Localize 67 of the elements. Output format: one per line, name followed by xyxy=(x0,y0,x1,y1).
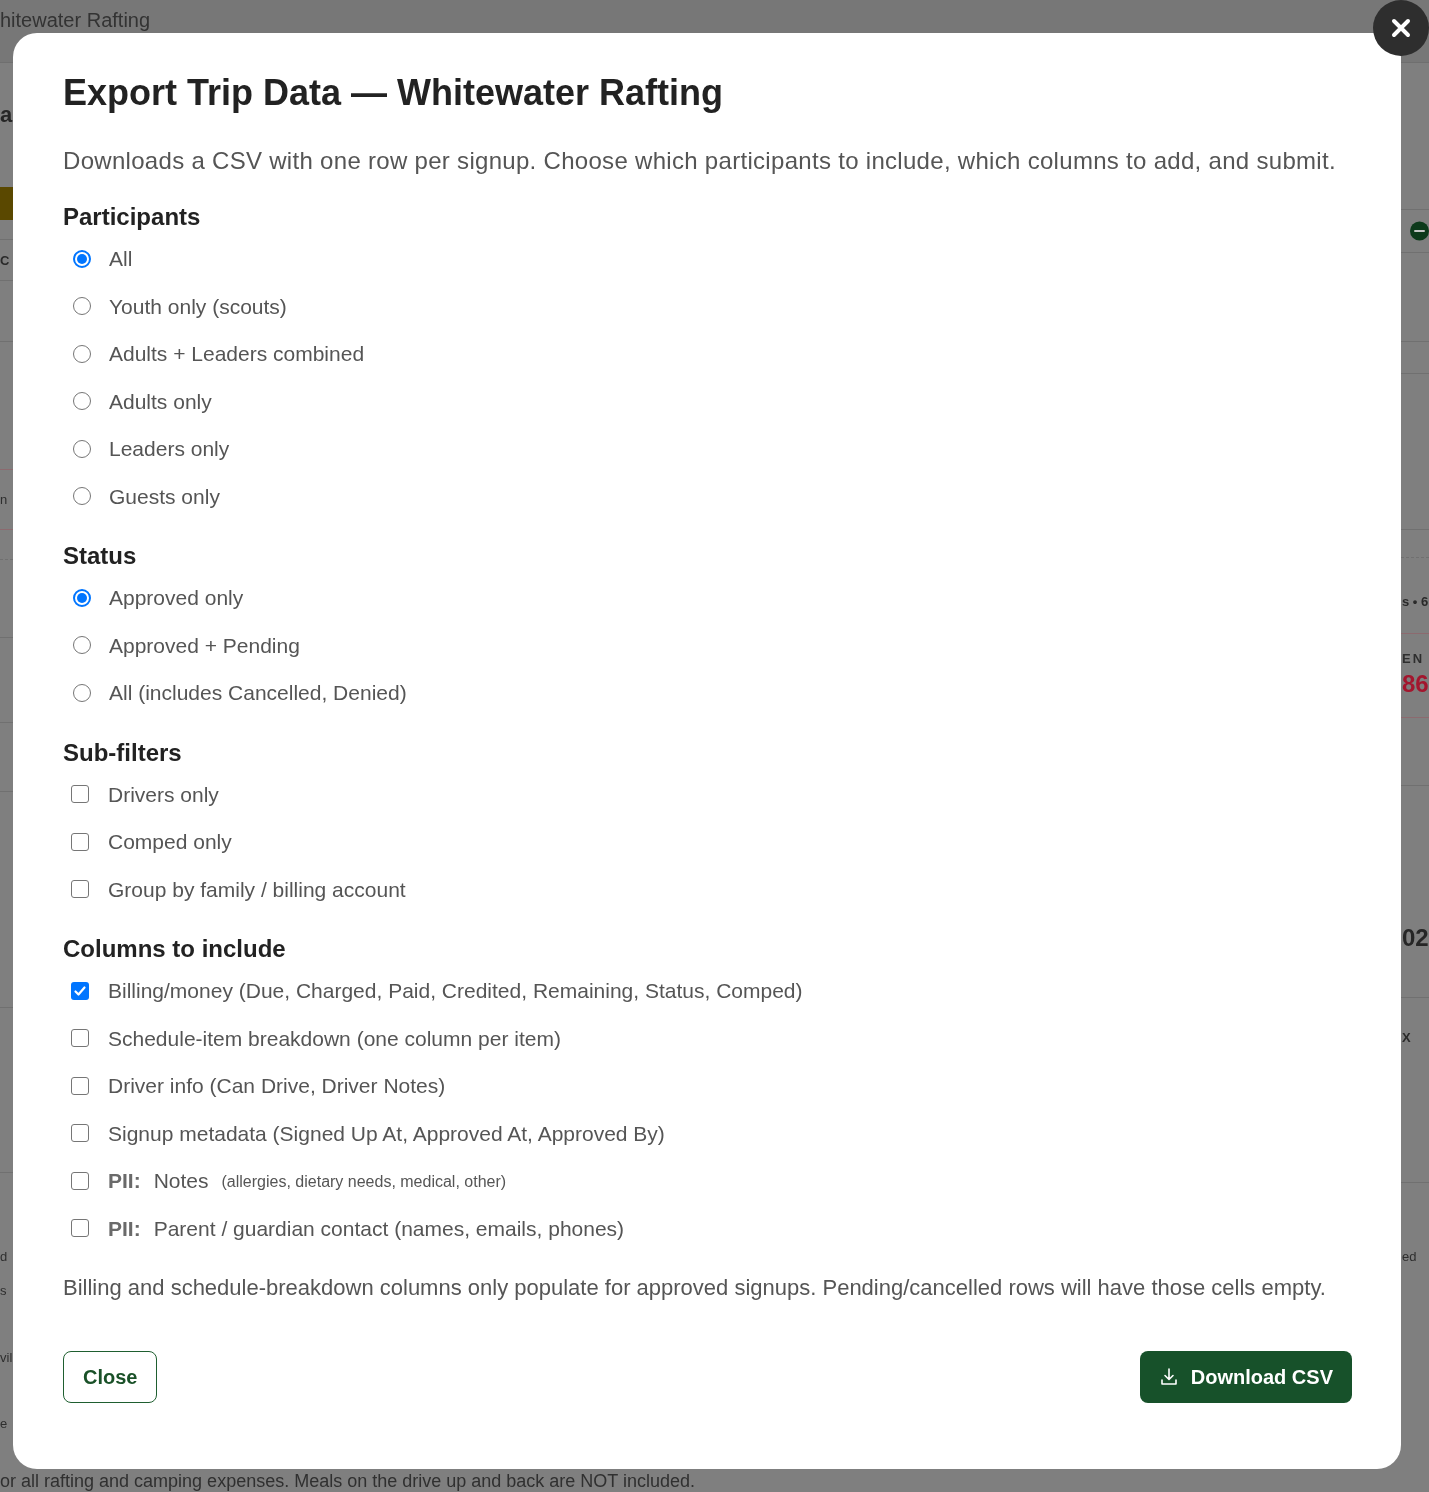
option-label: Signup metadata (Signed Up At, Approved At, Approved By) xyxy=(108,1120,665,1147)
radio-button[interactable] xyxy=(73,249,91,268)
background-text: X xyxy=(1402,1030,1411,1044)
checkbox[interactable] xyxy=(71,1171,89,1190)
dialog-description: Downloads a CSV with one row per signup. Choose which participants to include, which columns to add, and submit. xyxy=(63,146,1336,176)
option-label: Schedule-item breakdown (one column per item) xyxy=(108,1025,561,1052)
checkbox[interactable] xyxy=(71,981,89,1000)
page-title: hitewater Rafting xyxy=(0,9,151,31)
option-label: Group by family / billing account xyxy=(108,876,406,903)
minus-circle-icon xyxy=(1410,221,1429,241)
download-icon xyxy=(1158,1367,1179,1387)
option-label: Approved only xyxy=(109,585,244,611)
label-tag xyxy=(0,187,13,220)
background-text: 86 xyxy=(1402,672,1429,696)
option-label: Billing/money (Due, Charged, Paid, Credited, Remaining, Status, Comped) xyxy=(108,978,803,1004)
option-label: All (includes Cancelled, Denied) xyxy=(109,680,407,706)
checkbox[interactable] xyxy=(71,880,89,899)
background-text: s xyxy=(0,1283,7,1297)
option-label: Leaders only xyxy=(109,436,230,462)
section-heading: Columns to include xyxy=(63,934,286,964)
option-label: Approved + Pending xyxy=(109,632,300,659)
background-text: 02 xyxy=(1402,926,1429,950)
dialog-title: Export Trip Data — Whitewater Rafting xyxy=(63,73,724,113)
option-label: Driver info (Can Drive, Driver Notes) xyxy=(108,1073,446,1099)
radio-button[interactable] xyxy=(73,588,91,607)
background-text: a xyxy=(0,104,13,126)
radio-button[interactable] xyxy=(73,297,91,316)
background-text: s • 6 xyxy=(1402,594,1429,608)
background-text: ed xyxy=(1402,1249,1417,1263)
option-label: Notes xyxy=(153,1168,209,1194)
option-label: Drivers only xyxy=(108,781,219,808)
radio-button[interactable] xyxy=(73,439,91,458)
section-heading: Status xyxy=(63,541,137,571)
option-label: Comped only xyxy=(108,829,232,855)
radio-button[interactable] xyxy=(73,636,91,655)
section-heading: Participants xyxy=(63,202,201,232)
download-button[interactable]: Download CSV xyxy=(1139,1351,1352,1403)
radio-button[interactable] xyxy=(73,487,91,506)
option-label: Parent / guardian contact (names, emails, phones) xyxy=(153,1215,625,1242)
section-heading: Sub-filters xyxy=(63,737,182,768)
option-hint: (allergies, dietary needs, medical, other) xyxy=(221,1172,507,1192)
pii-prefix: PII: xyxy=(108,1168,141,1194)
background-text: vil xyxy=(0,1350,13,1364)
checkbox[interactable] xyxy=(71,1124,89,1143)
checkbox[interactable] xyxy=(71,1219,89,1238)
radio-button[interactable] xyxy=(73,683,91,702)
checkbox[interactable] xyxy=(71,832,89,851)
checkbox[interactable] xyxy=(71,1029,89,1048)
checkbox[interactable] xyxy=(71,1076,89,1095)
option-label: All xyxy=(109,246,133,272)
checkbox[interactable] xyxy=(71,785,89,804)
option-label: Adults only xyxy=(109,388,212,415)
option-label: Youth only (scouts) xyxy=(109,293,287,320)
option-label: Adults + Leaders combined xyxy=(109,341,365,367)
background-text: d xyxy=(0,1249,8,1263)
background-text: e xyxy=(0,1416,8,1430)
background-text: EN xyxy=(1402,652,1425,665)
page-text: or all rafting and camping expenses. Meals on the drive up and back are NOT included. xyxy=(0,1470,696,1492)
close-button[interactable]: Close xyxy=(63,1351,158,1403)
dialog-note: Billing and schedule-breakdown columns only populate for approved signups. Pending/cancelled rows will have those cells empty. xyxy=(63,1274,1326,1302)
background-text: C xyxy=(0,253,10,267)
radio-button[interactable] xyxy=(73,344,91,363)
background-text: n xyxy=(0,493,8,506)
radio-button[interactable] xyxy=(73,392,91,411)
option-label: Guests only xyxy=(109,483,220,510)
close-icon xyxy=(1391,18,1411,38)
pii-prefix: PII: xyxy=(108,1215,141,1242)
